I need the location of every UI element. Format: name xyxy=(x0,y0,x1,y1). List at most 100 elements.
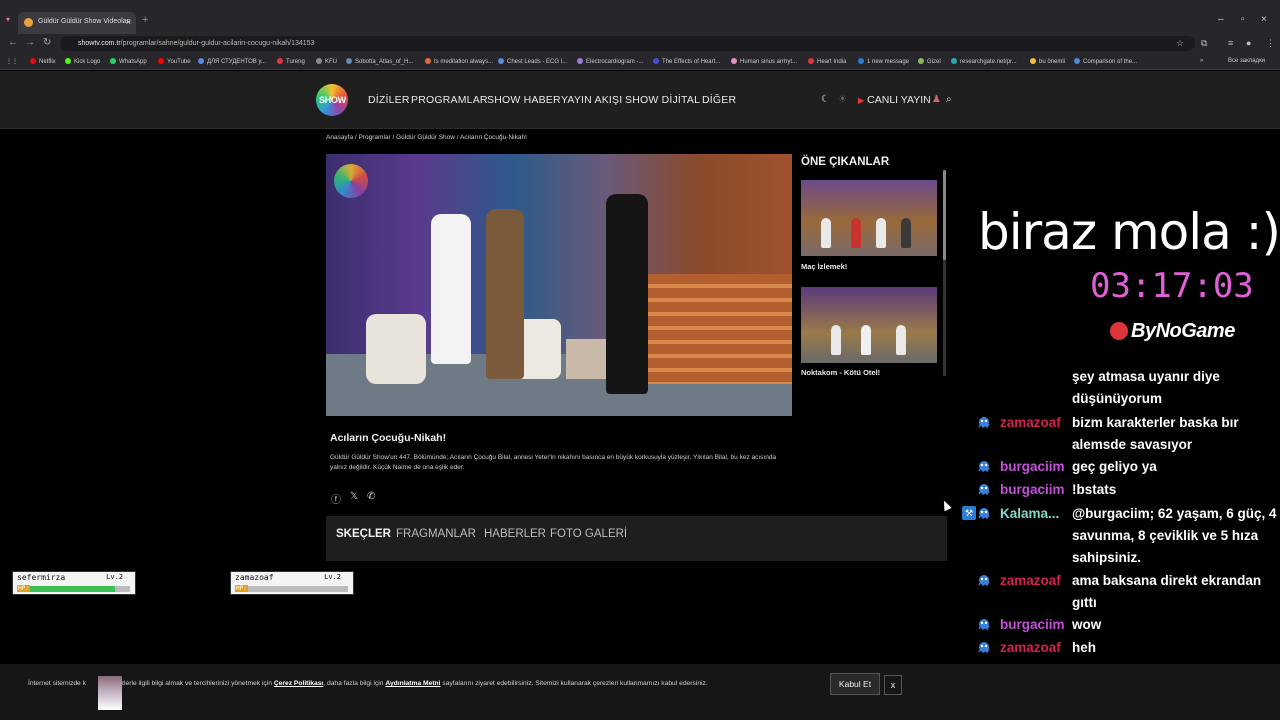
chat-username[interactable]: burgaciim xyxy=(1000,479,1065,501)
chat-text: !bstats xyxy=(1072,482,1117,497)
chat-username[interactable]: Kalama... xyxy=(1000,503,1059,525)
bookmark-favicon-icon xyxy=(425,58,431,64)
bookmark-item[interactable]: Human sinus arrhyt... xyxy=(731,58,797,65)
bookmark-item[interactable]: Electrocardiogram -... xyxy=(577,58,643,65)
featured-thumbnail[interactable] xyxy=(801,180,937,256)
bookmark-item[interactable]: Sobotta_Atlas_of_H... xyxy=(346,58,413,65)
user-icon[interactable]: ♟ xyxy=(932,94,941,105)
featured-caption[interactable]: Noktakom - Kötü Otel! xyxy=(801,368,880,377)
tab-skecler[interactable]: SKEÇLER xyxy=(336,528,391,540)
hp-card-name: zamazoaf xyxy=(235,573,274,582)
live-broadcast-link[interactable]: ▶ CANLI YAYIN xyxy=(858,94,931,106)
bookmark-item[interactable]: The Effects of Heart... xyxy=(653,58,720,65)
reload-icon[interactable]: ↻ xyxy=(43,37,51,48)
breadcrumb[interactable]: Anasayfa / Programlar / Güldür Güldür Sh… xyxy=(326,134,527,141)
featured-scrollbar[interactable] xyxy=(943,170,946,376)
address-bar[interactable]: showtv.com.tr/programlar/sahne/guldur-gu… xyxy=(60,36,1195,51)
bookmark-item[interactable]: Heart India xyxy=(808,58,846,65)
overlay-timer: 03:17:03 xyxy=(1090,266,1254,306)
bookmark-item[interactable]: KFU xyxy=(316,58,337,65)
bookmark-item[interactable]: Gizel xyxy=(918,58,941,65)
bookmark-favicon-icon xyxy=(498,58,504,64)
featured-thumbnail[interactable] xyxy=(801,287,937,363)
x-icon[interactable]: 𝕏 xyxy=(350,491,358,502)
nav-programlar[interactable]: PROGRAMLAR xyxy=(411,94,488,106)
tab-favicon-icon xyxy=(24,18,33,27)
all-bookmarks[interactable]: Все закладки xyxy=(1228,58,1265,64)
bookmark-item[interactable]: WhatsApp xyxy=(110,58,147,65)
bookmark-favicon-icon xyxy=(858,58,864,64)
maximize-icon[interactable]: ▫ xyxy=(1241,14,1245,25)
chat-text: ama baksana direkt ekrandan gıttı xyxy=(1072,573,1262,610)
bookmark-favicon-icon xyxy=(158,58,164,64)
cookie-policy-link[interactable]: Çerez Politikası xyxy=(274,680,323,687)
show-logo[interactable]: SHOW xyxy=(316,84,348,116)
chat-username[interactable]: zamazoaf xyxy=(1000,570,1061,592)
dark-mode-icon[interactable]: ☾ xyxy=(821,94,830,105)
video-player[interactable] xyxy=(326,154,792,416)
bookmark-star-icon[interactable]: ☆ xyxy=(1176,38,1184,49)
chat-text: heh xyxy=(1072,640,1097,655)
bookmark-item[interactable]: Is meditation always... xyxy=(425,58,493,65)
media-icon[interactable]: ≡ xyxy=(1228,38,1233,48)
whatsapp-icon[interactable]: ✆ xyxy=(367,491,375,502)
bookmark-item[interactable]: Netflix xyxy=(30,58,56,65)
tab-fragmanlar[interactable]: FRAGMANLAR xyxy=(396,528,476,540)
nav-show-haber[interactable]: SHOW HABER xyxy=(487,94,561,106)
chat-username[interactable]: burgaciim xyxy=(1000,614,1065,636)
chat-username[interactable]: burgaciim xyxy=(1000,456,1065,478)
tab-foto-galeri[interactable]: FOTO GALERİ xyxy=(550,528,627,540)
chat-username[interactable]: zamazoaf xyxy=(1000,412,1061,434)
chat-text: şey atmasa uyanır diye düşünüyorum xyxy=(1072,369,1220,406)
bookmark-item[interactable]: Tureng xyxy=(277,58,305,65)
bookmark-item[interactable]: Comparison of the... xyxy=(1074,58,1137,65)
bookmark-item[interactable]: 1 new message xyxy=(858,58,909,65)
bookmark-favicon-icon xyxy=(808,58,814,64)
browser-tab[interactable]: Güldür Güldür Show Videoları × xyxy=(18,12,136,34)
extensions-icon[interactable]: ⧉ xyxy=(1201,38,1207,49)
tab-search-icon[interactable]: ▾ xyxy=(6,15,10,24)
chat-avatar-icon xyxy=(976,640,992,656)
nav-diziler[interactable]: DİZİLER xyxy=(368,94,410,106)
bookmarks-overflow-icon[interactable]: » xyxy=(1200,58,1203,64)
bookmark-item[interactable]: researchgate.net/pr... xyxy=(951,58,1017,65)
bookmark-favicon-icon xyxy=(65,58,71,64)
new-tab-icon[interactable]: + xyxy=(142,14,148,26)
bookmark-favicon-icon xyxy=(653,58,659,64)
nav-diger[interactable]: DİĞER xyxy=(702,94,736,106)
tab-haberler[interactable]: HABERLER xyxy=(484,528,546,540)
minimize-icon[interactable]: – xyxy=(1218,14,1224,25)
hp-bar-fill xyxy=(30,586,115,592)
close-tab-icon[interactable]: × xyxy=(126,17,131,27)
accept-cookies-button[interactable]: Kabul Et xyxy=(830,673,880,695)
forward-icon[interactable]: → xyxy=(25,37,35,48)
sponsor-icon xyxy=(1110,322,1128,340)
bookmark-item[interactable]: Kick Logo xyxy=(65,58,100,65)
close-cookie-button[interactable]: x xyxy=(884,675,902,695)
browser-tab-strip xyxy=(0,0,1280,34)
channel-watermark xyxy=(334,164,368,198)
hp-card: sefermirza Lv.2 HP: xyxy=(12,571,136,595)
search-icon[interactable]: ⌕ xyxy=(946,94,952,105)
featured-caption[interactable]: Maç İzlemek! xyxy=(801,262,847,271)
back-icon[interactable]: ← xyxy=(8,37,18,48)
chat-username[interactable]: zamazoaf xyxy=(1000,637,1061,659)
bookmark-favicon-icon xyxy=(951,58,957,64)
profile-icon[interactable]: ● xyxy=(1246,38,1251,48)
close-window-icon[interactable]: × xyxy=(1261,14,1267,25)
chat-avatar-icon xyxy=(976,415,992,431)
privacy-notice-link[interactable]: Aydınlatma Metni xyxy=(385,680,440,687)
content-tabs: SKEÇLER FRAGMANLAR HABERLER FOTO GALERİ xyxy=(326,516,947,561)
apps-icon[interactable]: ⋮⋮ xyxy=(6,58,18,65)
chat-text: geç geliyo ya xyxy=(1072,459,1157,474)
nav-show-dijital[interactable]: SHOW DİJİTAL xyxy=(625,94,700,106)
light-mode-icon[interactable]: ☀ xyxy=(838,94,847,105)
pixel-sprite xyxy=(98,676,122,710)
bookmark-item[interactable]: ДЛЯ СТУДЕНТОВ у... xyxy=(198,58,266,65)
bookmark-item[interactable]: YouTube xyxy=(158,58,191,65)
bookmark-item[interactable]: Chest Leads - ECG l... xyxy=(498,58,567,65)
nav-yayin-akisi[interactable]: YAYIN AKIŞI xyxy=(561,94,622,106)
bookmark-item[interactable]: bu önemli xyxy=(1030,58,1065,65)
facebook-icon[interactable]: ⓕ xyxy=(331,491,341,506)
menu-icon[interactable]: ⋮ xyxy=(1266,38,1275,49)
